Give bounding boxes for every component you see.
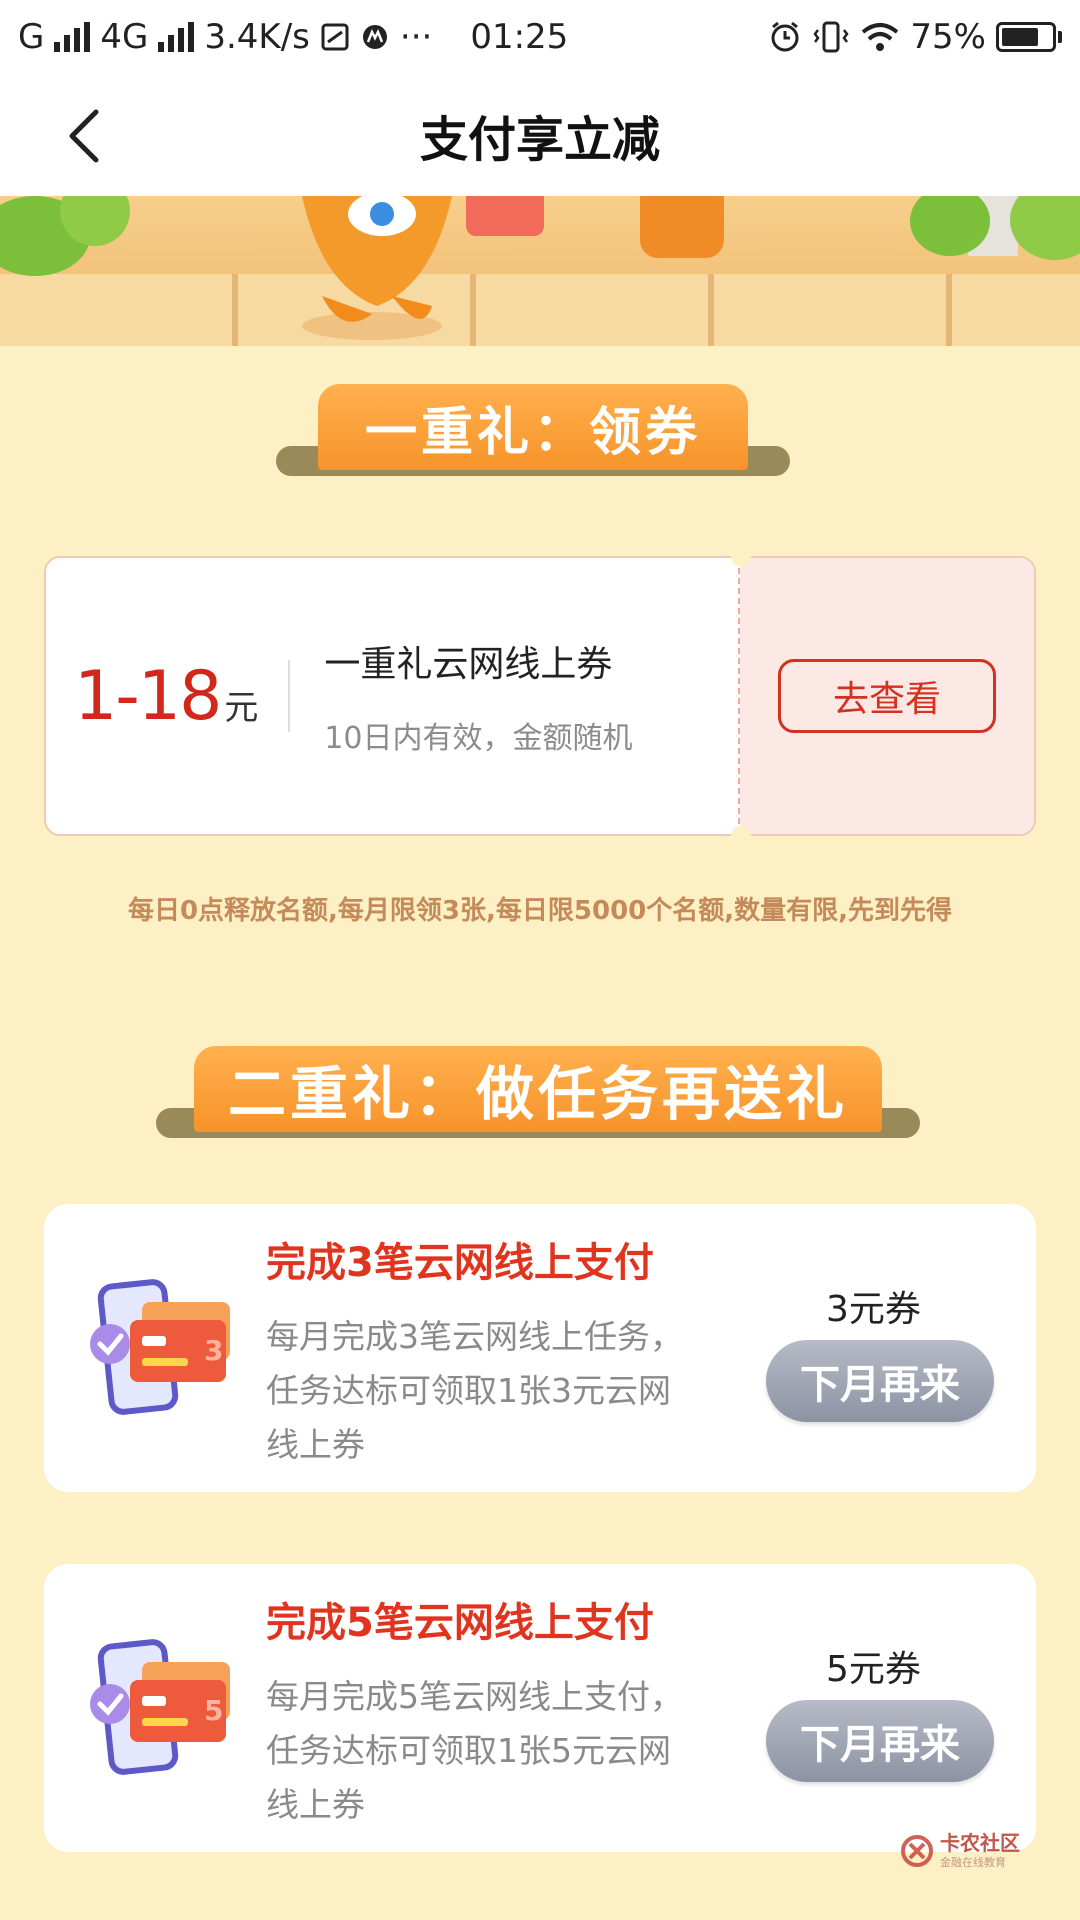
task-description: 每月完成5笔云网线上支付，任务达标可领取1张5元云网线上券 [266, 1677, 683, 1824]
network-speed: 3.4K/s [204, 17, 310, 57]
battery-icon [996, 22, 1062, 52]
card-badge: 3 [204, 1334, 223, 1367]
card-badge: 5 [204, 1694, 223, 1727]
coupon-amount: 1-18 元 [74, 657, 258, 736]
vibrate-icon [813, 21, 849, 53]
view-coupon-button[interactable]: 去查看 [778, 659, 996, 733]
battery-percent: 75% [910, 17, 986, 57]
section2-ribbon: 二重礼：做任务再送礼 [156, 1046, 920, 1138]
check-badge-icon [90, 1684, 130, 1724]
task-title: 完成5笔云网线上支付 [266, 1600, 654, 1646]
coupon-card: 1-18 元 一重礼云网线上券 10日内有效，金额随机 去查看 [44, 556, 1036, 836]
nav-bar: 支付享立减 [0, 74, 1080, 196]
app-notification-icon [362, 25, 387, 49]
page-title: 支付享立减 [419, 112, 660, 168]
section2-heading: 二重礼：做任务再送礼 [194, 1046, 882, 1132]
promo-banner [0, 196, 1080, 346]
signal-icon-2 [158, 22, 195, 52]
coupon-amount-value: 1-18 [74, 656, 222, 736]
come-back-next-month-button[interactable]: 下月再来 [766, 1700, 994, 1782]
wifi-icon [862, 23, 899, 51]
signal-icon [54, 22, 91, 52]
watermark: 卡农社区 金融在线教育 [900, 1832, 1020, 1870]
card-icon: 3 [90, 1279, 230, 1415]
watermark-name: 卡农社区 [940, 1831, 1020, 1855]
watermark-subtitle: 金融在线教育 [940, 1856, 1006, 1869]
back-button[interactable] [56, 108, 112, 164]
alarm-icon [771, 21, 799, 52]
notification-icon [321, 23, 349, 51]
mascot-image [302, 196, 452, 340]
coupon-amount-unit: 元 [224, 687, 259, 728]
check-badge-icon [90, 1324, 130, 1364]
network-type: 4G [100, 17, 149, 57]
task-card: 3 完成3笔云网线上支付 每月完成3笔云网线上任务，任务达标可领取1张3元云网线… [44, 1204, 1036, 1492]
task-card: 5 完成5笔云网线上支付 每月完成5笔云网线上支付，任务达标可领取1张5元云网线… [44, 1564, 1036, 1852]
back-arrow-icon [69, 109, 99, 163]
status-bar: G 4G 3.4K/s ··· 01:25 75% [0, 0, 1080, 74]
coupon-notch-bottom [731, 826, 751, 846]
coupon-notice: 每日0点释放名额,每月限领3张,每日限5000个名额,数量有限,先到先得 [127, 896, 953, 926]
task-reward: 3元券 [826, 1289, 921, 1330]
carrier-label: G [18, 17, 45, 57]
section1-heading: 一重礼：领券 [318, 384, 748, 470]
divider [288, 660, 291, 732]
task-reward: 5元券 [826, 1649, 921, 1690]
coupon-notch-top [731, 546, 751, 566]
clock: 01:25 [470, 17, 569, 57]
coupon-description: 10日内有效，金额随机 [324, 721, 633, 756]
card-icon: 5 [90, 1639, 230, 1775]
coupon-name: 一重礼云网线上券 [324, 644, 613, 685]
come-back-next-month-button[interactable]: 下月再来 [766, 1340, 994, 1422]
section1-ribbon: 一重礼：领券 [276, 384, 790, 476]
task-description: 每月完成3笔云网线上任务，任务达标可领取1张3元云网线上券 [266, 1317, 683, 1464]
task-title: 完成3笔云网线上支付 [266, 1240, 654, 1286]
watermark-logo-icon [901, 1835, 933, 1867]
more-notifications-icon: ··· [399, 17, 433, 57]
